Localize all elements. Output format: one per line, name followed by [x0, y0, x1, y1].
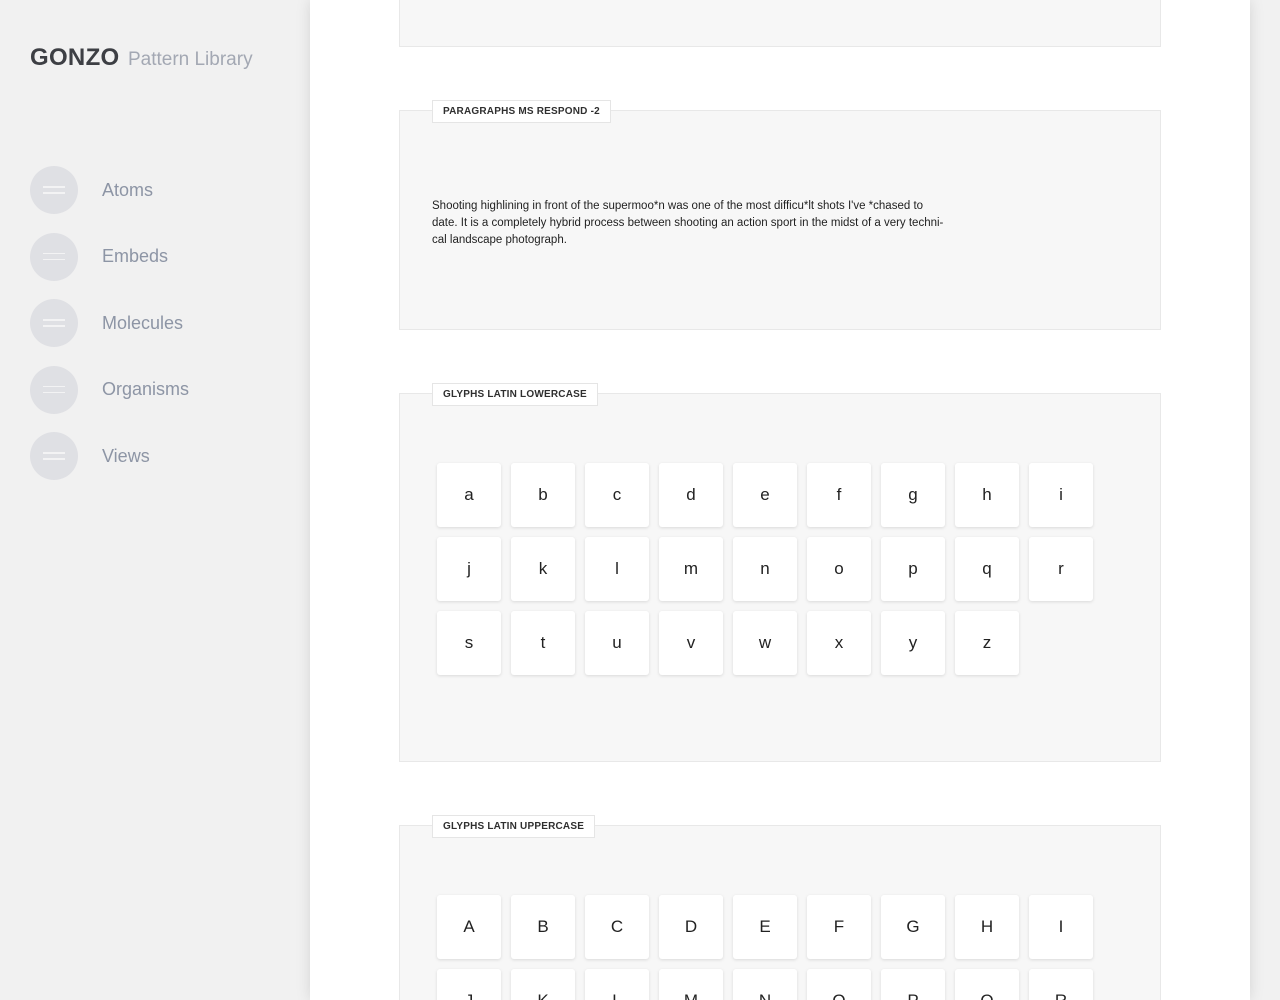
- glyph-tile: J: [437, 969, 501, 1000]
- glyph-tile: u: [585, 611, 649, 675]
- glyph-tile: q: [955, 537, 1019, 601]
- glyph-tile: f: [807, 463, 871, 527]
- paragraph-line: cal landscape photograph.: [432, 234, 567, 246]
- glyph-tile: i: [1029, 463, 1093, 527]
- nav-item-molecules[interactable]: Molecules: [30, 299, 189, 347]
- glyph-tile: r: [1029, 537, 1093, 601]
- glyph-tile: F: [807, 895, 871, 959]
- glyph-tile: t: [511, 611, 575, 675]
- brand[interactable]: GONZO Pattern Library: [30, 44, 253, 72]
- main-nav: Atoms Embeds Molecules Organisms Views: [30, 166, 189, 499]
- glyph-tile: E: [733, 895, 797, 959]
- nav-item-organisms[interactable]: Organisms: [30, 365, 190, 414]
- glyph-tile: c: [585, 463, 649, 527]
- glyph-tile: l: [585, 537, 649, 601]
- glyph-tile: H: [955, 895, 1019, 959]
- glyph-tile: G: [881, 895, 945, 959]
- nav-item-label: Embeds: [102, 246, 169, 266]
- glyph-tile: o: [807, 537, 871, 601]
- brand-name: GONZO: [30, 44, 120, 71]
- glyph-tile: b: [511, 463, 575, 527]
- glyph-tile: w: [733, 611, 797, 675]
- menu-icon: [30, 299, 78, 347]
- nav-item-embeds[interactable]: Embeds: [30, 232, 189, 281]
- glyph-tile: N: [733, 969, 797, 1000]
- brand-subtitle: Pattern Library: [127, 49, 253, 70]
- glyph-tile: s: [437, 611, 501, 675]
- menu-icon: [30, 365, 78, 414]
- menu-icon: [30, 166, 78, 214]
- glyph-tile: v: [659, 611, 723, 675]
- glyph-tile: m: [659, 537, 723, 601]
- glyph-tile: y: [881, 611, 945, 675]
- glyph-tile: A: [437, 895, 501, 959]
- nav-item-label: Views: [102, 445, 150, 466]
- nav-item-label: Organisms: [102, 379, 190, 399]
- glyph-tile: R: [1029, 969, 1093, 1000]
- glyph-tile: L: [585, 969, 649, 1000]
- menu-icon: [30, 232, 78, 281]
- nav-item-label: Atoms: [102, 179, 154, 200]
- glyph-tile: Q: [955, 969, 1019, 1000]
- glyph-tile: P: [881, 969, 945, 1000]
- glyph-tile: C: [585, 895, 649, 959]
- glyph-tile: z: [955, 611, 1019, 675]
- glyph-grid-lowercase: abcdefghi jklmnopqr stuvwxyz: [437, 463, 1093, 675]
- glyph-tile: e: [733, 463, 797, 527]
- sidebar: GONZO Pattern Library Atoms Embeds Molec…: [0, 0, 310, 1000]
- section-glyphs-lowercase: GLYPHS LATIN LOWERCASE abcdefghi jklmnopq…: [399, 383, 1161, 762]
- menu-icon: [30, 432, 78, 480]
- glyph-tile: M: [659, 969, 723, 1000]
- glyph-tile: n: [733, 537, 797, 601]
- paragraph-line: Shooting highlining in front of the supe…: [432, 200, 924, 212]
- section-paragraphs: PARAGRAPHS MS RESPOND -2 Shooting highli…: [399, 100, 1161, 330]
- glyph-tile: j: [437, 537, 501, 601]
- previous-section-panel: [399, 0, 1161, 47]
- paragraph-text: Shooting highlining in front of the supe…: [432, 198, 964, 249]
- glyph-tile: k: [511, 537, 575, 601]
- section-title: GLYPHS LATIN UPPERCASE: [432, 815, 596, 838]
- glyph-tile: a: [437, 463, 501, 527]
- glyph-tile: B: [511, 895, 575, 959]
- glyph-tile: I: [1029, 895, 1093, 959]
- glyph-tile: p: [881, 537, 945, 601]
- nav-item-atoms[interactable]: Atoms: [30, 166, 189, 214]
- glyph-tile: x: [807, 611, 871, 675]
- paragraph-line: date. It is a completely hybrid process …: [432, 217, 944, 229]
- glyph-grid-uppercase: ABCDEFGHI JKLMNOPQR: [437, 895, 1093, 1000]
- glyph-tile: D: [659, 895, 723, 959]
- glyph-tile: h: [955, 463, 1019, 527]
- nav-item-label: Molecules: [102, 312, 184, 333]
- nav-item-views[interactable]: Views: [30, 432, 189, 480]
- glyph-tile: K: [511, 969, 575, 1000]
- section-title: GLYPHS LATIN LOWERCASE: [432, 383, 598, 406]
- glyph-tile: g: [881, 463, 945, 527]
- section-title: PARAGRAPHS MS RESPOND -2: [432, 100, 611, 123]
- section-glyphs-uppercase: GLYPHS LATIN UPPERCASE ABCDEFGHI JKLMNOPQ…: [399, 815, 1161, 1000]
- main-content: PARAGRAPHS MS RESPOND -2 Shooting highli…: [310, 0, 1250, 1000]
- glyph-tile: O: [807, 969, 871, 1000]
- glyph-tile: d: [659, 463, 723, 527]
